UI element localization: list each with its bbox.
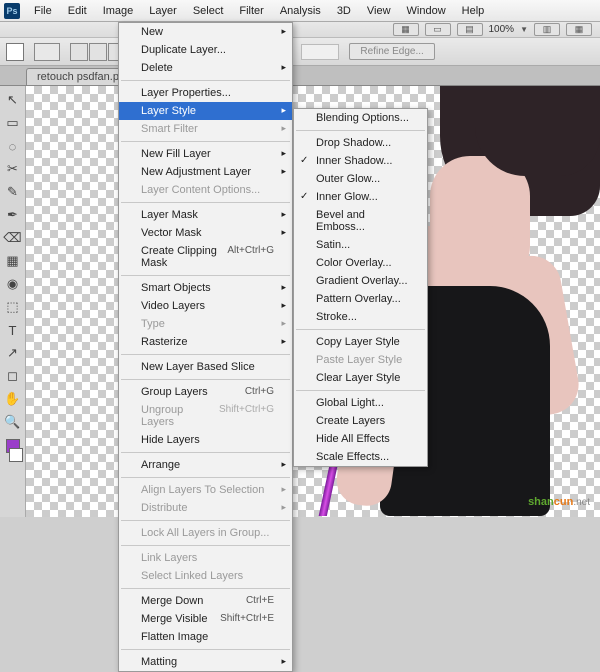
layer-menu-item[interactable]: Flatten Image: [119, 628, 292, 646]
tool-10[interactable]: T: [3, 320, 23, 340]
style-menu-item[interactable]: Stroke...: [294, 308, 427, 326]
layer-menu-item[interactable]: Delete: [119, 59, 292, 77]
style-menu-item: Paste Layer Style: [294, 351, 427, 369]
layer-menu-item[interactable]: Layer Style: [119, 102, 292, 120]
tool-3[interactable]: ✂: [3, 159, 23, 179]
app-icon: Ps: [4, 3, 20, 19]
tool-0[interactable]: ↖: [3, 90, 23, 110]
layer-menu-item[interactable]: Layer Properties...: [119, 84, 292, 102]
layer-style-submenu: Blending Options... Drop Shadow...Inner S…: [293, 108, 428, 467]
layer-menu-item[interactable]: New Fill Layer: [119, 145, 292, 163]
mode-add[interactable]: [89, 43, 107, 61]
layer-menu-item: Layer Content Options...: [119, 181, 292, 199]
layer-menu-item: Link Layers: [119, 549, 292, 567]
layer-menu-item[interactable]: Hide Layers: [119, 431, 292, 449]
style-menu-item[interactable]: Global Light...: [294, 394, 427, 412]
style-menu-item[interactable]: Scale Effects...: [294, 448, 427, 466]
layer-menu-item[interactable]: Video Layers: [119, 297, 292, 315]
style-menu-item[interactable]: Clear Layer Style: [294, 369, 427, 387]
layer-menu-item[interactable]: New Adjustment Layer: [119, 163, 292, 181]
refine-edge-button[interactable]: Refine Edge...: [349, 43, 434, 60]
layer-menu-item: Ungroup LayersShift+Ctrl+G: [119, 401, 292, 431]
menu-window[interactable]: Window: [399, 2, 454, 20]
layer-menu-item[interactable]: Matting: [119, 653, 292, 671]
layer-menu-item[interactable]: New Layer Based Slice: [119, 358, 292, 376]
menu-filter[interactable]: Filter: [231, 2, 271, 20]
menubar: Ps FileEditImageLayerSelectFilterAnalysi…: [0, 0, 600, 22]
launch-bridge-button[interactable]: ▦: [393, 23, 419, 36]
layer-menu-item[interactable]: Duplicate Layer...: [119, 41, 292, 59]
menu-3d[interactable]: 3D: [329, 2, 359, 20]
style-menu-item[interactable]: Inner Shadow...: [294, 152, 427, 170]
tool-11[interactable]: ↗: [3, 343, 23, 363]
layer-menu-item: Type: [119, 315, 292, 333]
tools-panel: ↖ ▭ ◌ ✂ ✎ ✒ ⌫ ▦ ◉ ⬚ T ↗ ◻ ✋ 🔍: [0, 86, 26, 517]
view-extras-button[interactable]: ▭: [425, 23, 451, 36]
tool-13[interactable]: ✋: [3, 389, 23, 409]
tool-6[interactable]: ⌫: [3, 228, 23, 248]
tool-7[interactable]: ▦: [3, 251, 23, 271]
style-menu-item[interactable]: Satin...: [294, 236, 427, 254]
style-menu-item[interactable]: Pattern Overlay...: [294, 290, 427, 308]
tool-1[interactable]: ▭: [3, 113, 23, 133]
menu-image[interactable]: Image: [95, 2, 142, 20]
top-toolbar: ▦ ▭ ▤ 100% ▼ ▥ ▦: [0, 22, 600, 38]
layer-menu-item[interactable]: Merge VisibleShift+Ctrl+E: [119, 610, 292, 628]
style-menu-item[interactable]: Bevel and Emboss...: [294, 206, 427, 236]
layer-menu-item[interactable]: Arrange: [119, 456, 292, 474]
layer-menu-item: Align Layers To Selection: [119, 481, 292, 499]
style-menu-item[interactable]: Create Layers: [294, 412, 427, 430]
layer-menu-item: Smart Filter: [119, 120, 292, 138]
tool-14[interactable]: 🔍: [3, 412, 23, 432]
menu-view[interactable]: View: [359, 2, 399, 20]
document-tabs: retouch psdfan.psd @... ×: [0, 66, 600, 86]
menu-layer[interactable]: Layer: [141, 2, 185, 20]
style-menu-item[interactable]: Inner Glow...: [294, 188, 427, 206]
tool-preset-picker[interactable]: [34, 43, 60, 61]
style-menu-item[interactable]: Hide All Effects: [294, 430, 427, 448]
workspace-button[interactable]: ▦: [566, 23, 592, 36]
screen-mode-button[interactable]: ▤: [457, 23, 483, 36]
style-menu-item[interactable]: Copy Layer Style: [294, 333, 427, 351]
menu-help[interactable]: Help: [454, 2, 493, 20]
style-menu-item[interactable]: Outer Glow...: [294, 170, 427, 188]
menu-edit[interactable]: Edit: [60, 2, 95, 20]
tool-9[interactable]: ⬚: [3, 297, 23, 317]
layer-menu-item[interactable]: Vector Mask: [119, 224, 292, 242]
layer-menu-item: Lock All Layers in Group...: [119, 524, 292, 542]
zoom-value[interactable]: 100%: [489, 24, 515, 35]
arrange-docs-button[interactable]: ▥: [534, 23, 560, 36]
height-input[interactable]: [301, 44, 339, 60]
tool-2[interactable]: ◌: [3, 136, 23, 156]
layer-menu-item: Select Linked Layers: [119, 567, 292, 585]
layer-menu-item[interactable]: Layer Mask: [119, 206, 292, 224]
tool-4[interactable]: ✎: [3, 182, 23, 202]
layer-menu-item[interactable]: Merge DownCtrl+E: [119, 592, 292, 610]
style-menu-item[interactable]: Color Overlay...: [294, 254, 427, 272]
layer-menu-item[interactable]: New: [119, 23, 292, 41]
style-menu-item[interactable]: Drop Shadow...: [294, 134, 427, 152]
background-color[interactable]: [9, 448, 23, 462]
menu-select[interactable]: Select: [185, 2, 232, 20]
layer-menu-item: Distribute: [119, 499, 292, 517]
style-menu-item[interactable]: Blending Options...: [294, 109, 427, 127]
menu-file[interactable]: File: [26, 2, 60, 20]
layer-menu-item[interactable]: Group LayersCtrl+G: [119, 383, 292, 401]
layer-menu: NewDuplicate Layer...Delete Layer Propert…: [118, 22, 293, 672]
tool-12[interactable]: ◻: [3, 366, 23, 386]
tool-8[interactable]: ◉: [3, 274, 23, 294]
tool-preset-swatch[interactable]: [6, 43, 24, 61]
tool-5[interactable]: ✒: [3, 205, 23, 225]
style-menu-item[interactable]: Gradient Overlay...: [294, 272, 427, 290]
layer-menu-item[interactable]: Rasterize: [119, 333, 292, 351]
layer-menu-item[interactable]: Smart Objects: [119, 279, 292, 297]
watermark: shancun.net: [528, 488, 590, 511]
mode-new[interactable]: [70, 43, 88, 61]
menu-analysis[interactable]: Analysis: [272, 2, 329, 20]
layer-menu-item[interactable]: Create Clipping MaskAlt+Ctrl+G: [119, 242, 292, 272]
options-bar: Width: ⇄ Height: Refine Edge...: [0, 38, 600, 66]
